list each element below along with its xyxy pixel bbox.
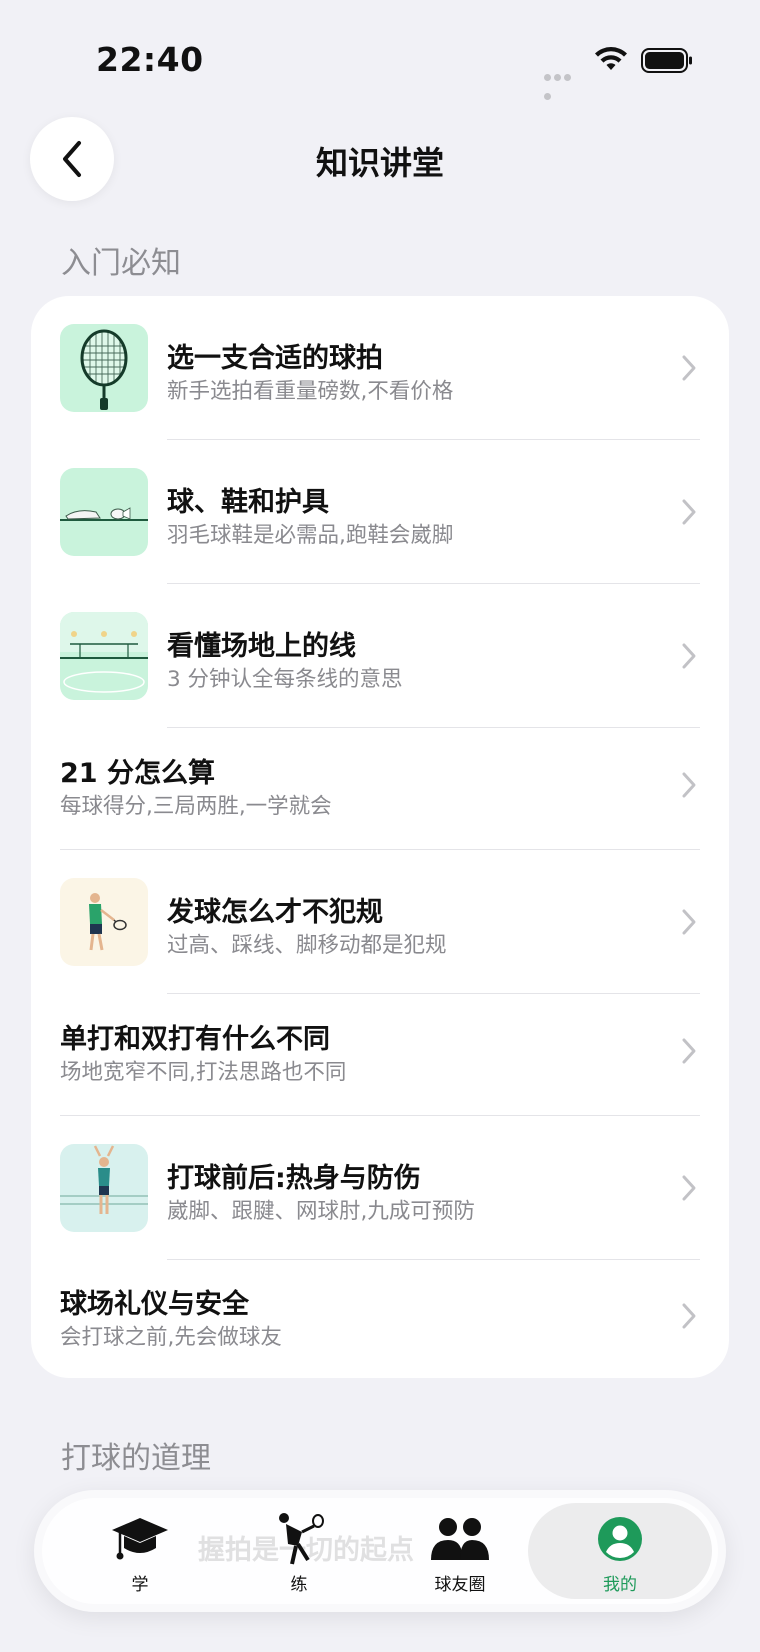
graduation-cap-icon — [110, 1510, 170, 1568]
tab-learn[interactable]: 学 — [65, 1498, 215, 1604]
tab-community[interactable]: 球友圈 — [385, 1498, 535, 1604]
lesson-row-singles-doubles[interactable]: 单打和双打有什么不同 场地宽窄不同,打法思路也不同 — [31, 994, 729, 1116]
lesson-title: 发球怎么才不犯规 — [167, 897, 383, 928]
warmup-thumbnail — [60, 1144, 148, 1232]
battery-icon — [641, 48, 692, 73]
tab-profile[interactable]: 我的 — [545, 1498, 695, 1604]
lesson-title: 单打和双打有什么不同 — [60, 1024, 330, 1055]
player-icon — [272, 1510, 326, 1568]
court-thumbnail — [60, 612, 148, 700]
status-bar: 22:40 — [0, 0, 760, 110]
profile-icon — [596, 1510, 644, 1568]
chevron-right-icon — [682, 1303, 696, 1329]
lesson-subtitle: 羽毛球鞋是必需品,跑鞋会崴脚 — [167, 523, 454, 548]
lesson-subtitle: 每球得分,三局两胜,一学就会 — [60, 794, 332, 819]
tab-practice[interactable]: 练 — [224, 1498, 374, 1604]
lesson-list-card: 选一支合适的球拍 新手选拍看重量磅数,不看价格 球、鞋和护具 羽毛球鞋是必需品,… — [31, 296, 729, 1378]
chevron-right-icon — [682, 772, 696, 798]
lesson-subtitle: 过高、踩线、脚移动都是犯规 — [167, 933, 447, 958]
racket-thumbnail — [60, 324, 148, 412]
tab-label: 学 — [131, 1575, 149, 1595]
lesson-title: 球场礼仪与安全 — [60, 1289, 249, 1320]
lesson-row-court[interactable]: 看懂场地上的线 3 分钟认全每条线的意思 — [31, 584, 729, 728]
tab-label: 我的 — [603, 1575, 637, 1595]
lesson-subtitle: 3 分钟认全每条线的意思 — [167, 667, 403, 692]
chevron-right-icon — [682, 1038, 696, 1064]
lesson-title: 21 分怎么算 — [60, 758, 215, 789]
people-icon — [429, 1510, 491, 1568]
lesson-title: 选一支合适的球拍 — [167, 343, 383, 374]
lesson-subtitle: 崴脚、跟腱、网球肘,九成可预防 — [167, 1199, 475, 1224]
lesson-row-warmup[interactable]: 打球前后:热身与防伤 崴脚、跟腱、网球肘,九成可预防 — [31, 1116, 729, 1260]
chevron-right-icon — [682, 1175, 696, 1201]
tab-label: 球友圈 — [434, 1575, 486, 1595]
lesson-title: 打球前后:热身与防伤 — [167, 1163, 421, 1194]
lesson-row-racket[interactable]: 选一支合适的球拍 新手选拍看重量磅数,不看价格 — [31, 296, 729, 440]
status-time: 22:40 — [96, 40, 204, 79]
wifi-icon — [595, 47, 627, 70]
gear-thumbnail — [60, 468, 148, 556]
chevron-right-icon — [682, 499, 696, 525]
lesson-title: 球、鞋和护具 — [167, 487, 329, 518]
page-title: 知识讲堂 — [315, 144, 444, 182]
tab-label: 练 — [290, 1575, 308, 1595]
lesson-title: 看懂场地上的线 — [167, 631, 356, 662]
lesson-row-etiquette[interactable]: 球场礼仪与安全 会打球之前,先会做球友 — [31, 1260, 729, 1378]
lesson-row-scoring[interactable]: 21 分怎么算 每球得分,三局两胜,一学就会 — [31, 728, 729, 850]
signal-dots-icon — [544, 66, 582, 100]
section-title-reasoning: 打球的道理 — [61, 1441, 211, 1476]
lesson-row-gear[interactable]: 球、鞋和护具 羽毛球鞋是必需品,跑鞋会崴脚 — [31, 440, 729, 584]
chevron-right-icon — [682, 355, 696, 381]
lesson-subtitle: 新手选拍看重量磅数,不看价格 — [167, 379, 454, 404]
serve-thumbnail — [60, 878, 148, 966]
lesson-subtitle: 会打球之前,先会做球友 — [60, 1325, 282, 1350]
section-title-intro: 入门必知 — [61, 246, 181, 281]
chevron-right-icon — [682, 909, 696, 935]
lesson-subtitle: 场地宽窄不同,打法思路也不同 — [60, 1060, 347, 1085]
lesson-row-serve[interactable]: 发球怎么才不犯规 过高、踩线、脚移动都是犯规 — [31, 850, 729, 994]
chevron-right-icon — [682, 643, 696, 669]
